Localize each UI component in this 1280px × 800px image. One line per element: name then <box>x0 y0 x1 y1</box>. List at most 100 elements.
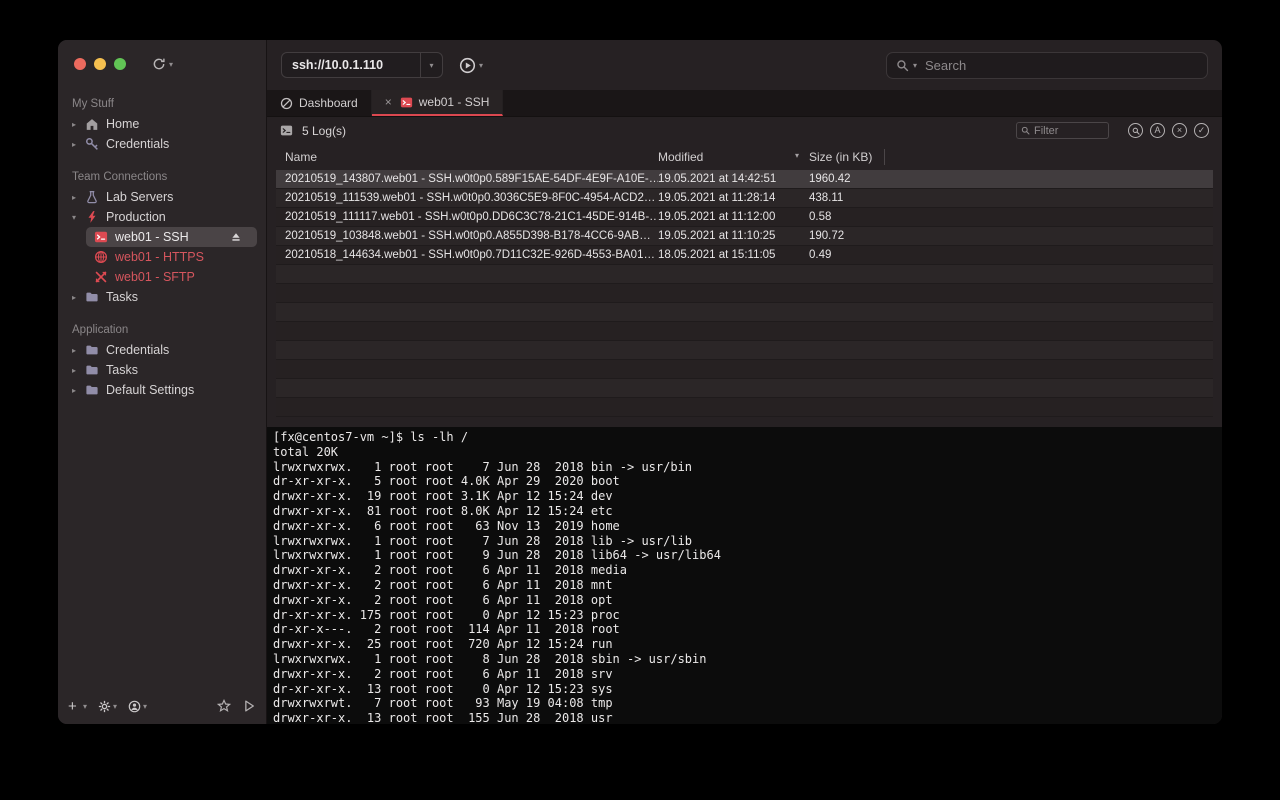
flask-icon <box>85 190 99 204</box>
folder-icon <box>85 290 99 304</box>
column-header-name[interactable]: Name <box>276 150 658 164</box>
terminal-line: lrwxrwxrwx. 1 root root 7 Jun 28 2018 li… <box>273 534 1222 549</box>
sidebar-item-label: Credentials <box>106 343 169 357</box>
traffic-light-zoom-button[interactable] <box>114 58 126 70</box>
folder-icon <box>85 363 99 377</box>
table-row[interactable]: 20210519_111117.web01 - SSH.w0t0p0.DD6C3… <box>276 208 1213 227</box>
close-tab-icon[interactable]: × <box>385 95 392 109</box>
globe-icon <box>94 250 108 264</box>
folder-icon <box>85 343 99 357</box>
log-modified-cell: 19.05.2021 at 11:28:14 <box>658 192 809 204</box>
add-button[interactable]: + ▾ <box>68 700 87 713</box>
log-size-cell: 438.11 <box>809 192 884 204</box>
connection-chevron-button[interactable]: ▾ <box>420 53 442 77</box>
log-name-cell: 20210519_143807.web01 - SSH.w0t0p0.589F1… <box>276 173 658 185</box>
chevron-right-icon[interactable]: ▸ <box>72 193 85 202</box>
terminal-line: lrwxrwxrwx. 1 root root 9 Jun 28 2018 li… <box>273 548 1222 563</box>
log-count-label: 5 Log(s) <box>302 124 346 138</box>
ssh-terminal[interactable]: [fx@centos7-vm ~]$ ls -lh /total 20Klrwx… <box>267 427 1222 724</box>
traffic-light-close-button[interactable] <box>74 58 86 70</box>
table-row[interactable]: 20210519_143807.web01 - SSH.w0t0p0.589F1… <box>276 170 1213 189</box>
clear-log-button[interactable]: × <box>1172 123 1187 138</box>
sidebar-item-home[interactable]: ▸ Home <box>58 114 266 134</box>
empty-table-row <box>276 284 1213 303</box>
empty-table-row <box>276 398 1213 417</box>
sidebar-section-title: Team Connections <box>58 167 266 187</box>
empty-table-row <box>276 265 1213 284</box>
annotate-log-button[interactable]: A <box>1150 123 1165 138</box>
play-outline-button[interactable] <box>242 699 256 713</box>
terminal-line: [fx@centos7-vm ~]$ ls -lh / <box>273 430 1222 445</box>
gear-icon <box>98 700 111 713</box>
empty-table-row <box>276 322 1213 341</box>
table-row[interactable]: 20210518_144634.web01 - SSH.w0t0p0.7D11C… <box>276 246 1213 265</box>
log-modified-cell: 19.05.2021 at 11:12:00 <box>658 211 809 223</box>
terminal-line: drwxr-xr-x. 6 root root 63 Nov 13 2019 h… <box>273 519 1222 534</box>
column-header-size[interactable]: Size (in KB) <box>809 150 884 164</box>
sidebar-item-label: web01 - SSH <box>115 230 189 244</box>
confirm-log-button[interactable]: ✓ <box>1194 123 1209 138</box>
log-table-filler <box>267 417 1222 427</box>
settings-button[interactable]: ▾ <box>98 700 117 713</box>
table-row[interactable]: 20210519_111539.web01 - SSH.w0t0p0.3036C… <box>276 189 1213 208</box>
chevron-right-icon[interactable]: ▸ <box>72 140 85 149</box>
magnifier-icon <box>1132 127 1140 135</box>
terminal-icon <box>400 96 413 109</box>
plus-icon: + <box>68 700 81 713</box>
chevron-down-icon: ▾ <box>113 702 117 711</box>
chevron-down-icon: ▾ <box>83 702 87 711</box>
sidebar-item-default-settings[interactable]: ▸Default Settings <box>58 380 266 400</box>
chevron-right-icon[interactable]: ▸ <box>72 346 85 355</box>
tab-web01-ssh[interactable]: × web01 - SSH <box>372 90 504 116</box>
zoom-log-button[interactable] <box>1128 123 1143 138</box>
log-name-cell: 20210518_144634.web01 - SSH.w0t0p0.7D11C… <box>276 249 658 261</box>
connect-play-button[interactable]: ▾ <box>459 57 483 74</box>
tab-dashboard[interactable]: Dashboard <box>267 90 372 116</box>
sidebar-item-web01-sftp[interactable]: web01 - SFTP <box>58 267 266 287</box>
terminal-line: drwxr-xr-x. 2 root root 6 Apr 11 2018 op… <box>273 593 1222 608</box>
search-icon <box>896 59 909 72</box>
traffic-light-minimize-button[interactable] <box>94 58 106 70</box>
top-toolbar: ssh://10.0.1.110 ▾ ▾ ▾ Search <box>267 40 1222 90</box>
tab-label: web01 - SSH <box>419 95 490 109</box>
log-modified-cell: 18.05.2021 at 15:11:05 <box>658 249 809 261</box>
sidebar-item-label: Home <box>106 117 139 131</box>
terminal-line: drwxr-xr-x. 2 root root 6 Apr 11 2018 sr… <box>273 667 1222 682</box>
filter-input[interactable]: Filter <box>1016 122 1109 139</box>
search-input[interactable]: ▾ Search <box>886 52 1208 79</box>
sidebar-item-label: web01 - SFTP <box>115 270 195 284</box>
sidebar-item-tasks[interactable]: ▸ Tasks <box>58 287 266 307</box>
log-name-cell: 20210519_111539.web01 - SSH.w0t0p0.3036C… <box>276 192 658 204</box>
chevron-down-icon: ▾ <box>913 61 917 70</box>
log-modified-cell: 19.05.2021 at 14:42:51 <box>658 173 809 185</box>
eject-icon[interactable] <box>230 231 242 243</box>
favorite-star-button[interactable] <box>217 699 231 713</box>
sidebar-item-credentials[interactable]: ▸ Credentials <box>58 340 266 360</box>
filter-placeholder: Filter <box>1034 125 1058 137</box>
dashboard-icon <box>280 97 293 110</box>
sidebar-item-production[interactable]: ▾Production <box>58 207 266 227</box>
chevron-down-icon: ▾ <box>169 60 173 69</box>
sidebar-sections: My Stuff▸Home▸CredentialsTeam Connection… <box>58 88 266 694</box>
terminal-line: dr-xr-xr-x. 5 root root 4.0K Apr 29 2020… <box>273 474 1222 489</box>
connection-value: ssh://10.0.1.110 <box>282 58 420 72</box>
chevron-right-icon[interactable]: ▸ <box>72 120 85 129</box>
sidebar-item-credentials[interactable]: ▸Credentials <box>58 134 266 154</box>
chevron-down-icon[interactable]: ▾ <box>72 213 85 222</box>
table-row[interactable]: 20210519_103848.web01 - SSH.w0t0p0.A855D… <box>276 227 1213 246</box>
user-menu-button[interactable]: ▾ <box>128 700 147 713</box>
sidebar-item-tasks[interactable]: ▸Tasks <box>58 360 266 380</box>
chevron-right-icon[interactable]: ▸ <box>72 386 85 395</box>
sidebar-item-web01-ssh[interactable]: web01 - SSH <box>86 227 257 247</box>
connection-dropdown[interactable]: ssh://10.0.1.110 ▾ <box>281 52 443 78</box>
chevron-right-icon[interactable]: ▸ <box>72 366 85 375</box>
sidebar-section-title: My Stuff <box>58 94 266 114</box>
sidebar-item-web01-https[interactable]: web01 - HTTPS <box>58 247 266 267</box>
terminal-line: dr-xr-xr-x. 13 root root 0 Apr 12 15:23 … <box>273 682 1222 697</box>
terminal-line: drwxr-xr-x. 2 root root 6 Apr 11 2018 mn… <box>273 578 1222 593</box>
sidebar-item-label: Tasks <box>106 290 138 304</box>
sidebar-item-lab-servers[interactable]: ▸Lab Servers <box>58 187 266 207</box>
sync-dropdown-button[interactable]: ▾ <box>152 57 173 71</box>
column-header-modified[interactable]: Modified▾ <box>658 150 809 164</box>
chevron-right-icon[interactable]: ▸ <box>72 293 85 302</box>
